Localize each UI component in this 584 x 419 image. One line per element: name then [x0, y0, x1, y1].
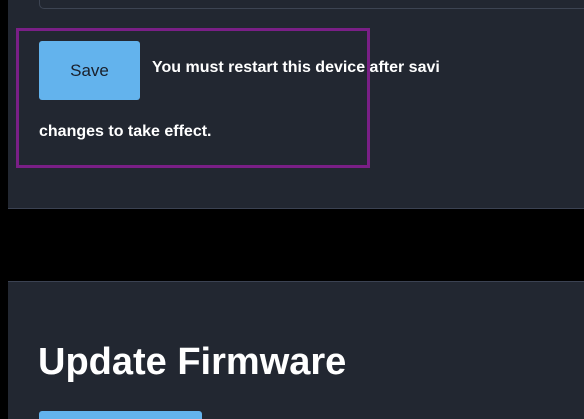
- save-button[interactable]: Save: [39, 41, 140, 100]
- previous-field-edge: [39, 0, 584, 9]
- page: Save You must restart this device after …: [0, 0, 584, 419]
- restart-notice-line2: changes to take effect.: [39, 123, 212, 140]
- firmware-action-button[interactable]: [39, 411, 202, 419]
- firmware-section-title: Update Firmware: [38, 341, 347, 383]
- left-gutter: [0, 0, 8, 419]
- restart-notice-line1: You must restart this device after savi: [152, 59, 440, 76]
- section-divider: [8, 209, 584, 281]
